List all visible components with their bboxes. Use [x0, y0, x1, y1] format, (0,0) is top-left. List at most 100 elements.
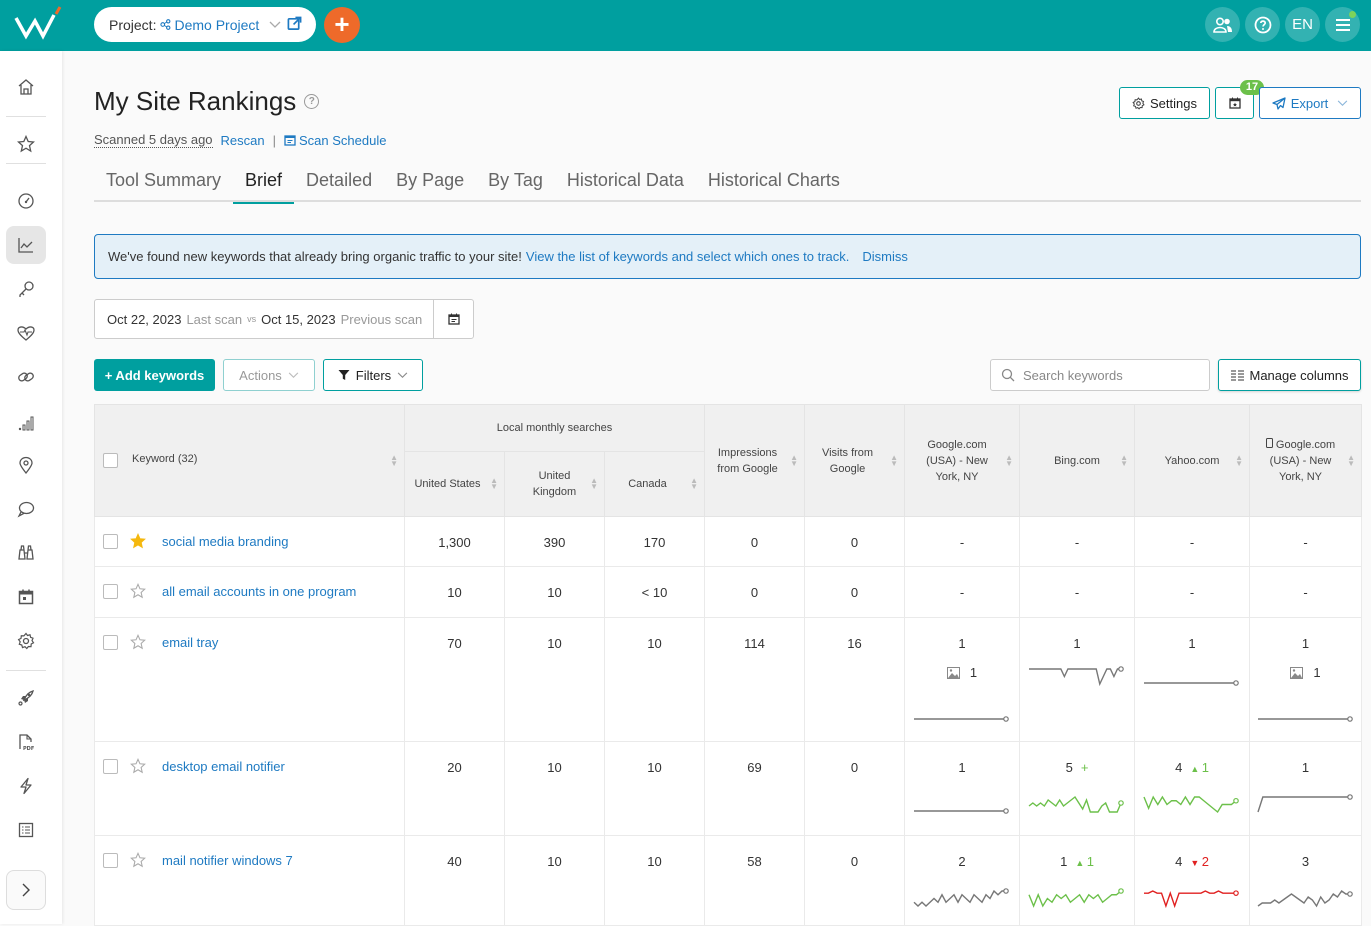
rank-trend-sparkline[interactable] — [1256, 888, 1356, 910]
actions-dropdown[interactable]: Actions — [223, 359, 315, 391]
sidebar-item-site-health[interactable] — [6, 314, 46, 352]
rank-trend-sparkline[interactable] — [1027, 666, 1127, 688]
rank-trend-sparkline[interactable] — [912, 794, 1012, 816]
sort-icon[interactable]: ▲ ▼ — [1005, 453, 1013, 467]
bing-header[interactable]: Bing.com ▲ ▼ — [1019, 404, 1136, 517]
keyword-column-header[interactable]: Keyword (32) ▲ ▼ — [94, 404, 405, 517]
tab-by-tag[interactable]: By Tag — [476, 162, 555, 202]
sidebar-item-traffic[interactable] — [6, 404, 46, 442]
sidebar-item-dashboard[interactable] — [6, 182, 46, 220]
tab-historical-charts[interactable]: Historical Charts — [696, 162, 852, 202]
star-icon[interactable] — [130, 583, 146, 599]
sort-icon[interactable]: ▲ ▼ — [390, 453, 398, 467]
sidebar-item-local-seo[interactable] — [6, 446, 46, 484]
row-checkbox[interactable] — [103, 533, 118, 549]
rank-trend-sparkline[interactable] — [912, 702, 1012, 724]
sidebar-item-favorites[interactable] — [6, 125, 46, 163]
sidebar-item-rankings[interactable] — [6, 226, 46, 264]
date-range-display[interactable]: Oct 22, 2023 Last scan vs Oct 15, 2023 P… — [95, 312, 433, 327]
tab-detailed[interactable]: Detailed — [294, 162, 384, 202]
app-logo[interactable] — [14, 6, 64, 42]
star-icon[interactable] — [130, 634, 146, 650]
tab-historical-data[interactable]: Historical Data — [555, 162, 696, 202]
impressions-value: 0 — [750, 585, 759, 600]
sort-icon[interactable]: ▲ ▼ — [1347, 453, 1355, 467]
external-link-icon[interactable] — [287, 16, 302, 31]
sidebar-item-backlinks[interactable] — [6, 358, 46, 396]
rank-trend-sparkline[interactable] — [1027, 888, 1127, 910]
open-calendar-button[interactable] — [433, 300, 473, 338]
star-icon[interactable] — [130, 758, 146, 774]
settings-button[interactable]: Settings — [1119, 87, 1210, 119]
row-checkbox[interactable] — [103, 852, 118, 868]
google-header[interactable]: Google.com (USA) - New York, NY ▲ ▼ — [904, 404, 1021, 517]
sidebar-item-settings[interactable] — [6, 622, 46, 660]
project-selector[interactable]: Project: Demo Project — [94, 7, 316, 42]
star-filled-icon[interactable] — [130, 533, 146, 549]
sort-icon[interactable]: ▲ ▼ — [790, 453, 798, 467]
expand-sidebar-button[interactable] — [6, 870, 46, 910]
rank-trend-sparkline[interactable] — [1142, 666, 1242, 688]
sidebar-item-calendar[interactable] — [6, 578, 46, 616]
keyword-link[interactable]: mail notifier windows 7 — [162, 853, 293, 868]
tab-by-page[interactable]: By Page — [384, 162, 476, 202]
canada-header[interactable]: Canada ▲ ▼ — [603, 451, 706, 517]
select-all-checkbox[interactable] — [103, 453, 118, 468]
google-mobile-header[interactable]: Google.com (USA) - New York, NY ▲ ▼ — [1249, 404, 1363, 517]
scan-schedule-link[interactable]: Scan Schedule — [284, 133, 386, 148]
tab-brief[interactable]: Brief — [233, 162, 295, 204]
keyword-link[interactable]: email tray — [162, 635, 218, 650]
sidebar-item-home[interactable] — [6, 68, 46, 106]
visits-header[interactable]: Visits from Google ▲ ▼ — [804, 404, 906, 517]
rank-trend-sparkline[interactable] — [912, 888, 1012, 910]
rank-trend-sparkline[interactable] — [1142, 888, 1242, 910]
rank-trend-sparkline[interactable] — [1256, 794, 1356, 816]
export-button[interactable]: Export — [1259, 87, 1361, 119]
visits-cell: 16 — [804, 617, 906, 742]
sidebar-item-launch[interactable] — [6, 679, 46, 717]
filters-dropdown[interactable]: Filters — [323, 359, 423, 391]
keyword-link[interactable]: desktop email notifier — [162, 759, 285, 774]
rank-trend-sparkline[interactable] — [1142, 794, 1242, 816]
row-checkbox[interactable] — [103, 634, 118, 650]
sidebar-item-task-list[interactable] — [6, 811, 46, 849]
language-button[interactable]: EN — [1285, 7, 1320, 42]
chevron-down-icon[interactable] — [269, 21, 281, 29]
manage-columns-button[interactable]: Manage columns — [1218, 359, 1361, 391]
add-button[interactable]: + — [324, 7, 360, 43]
help-circle-icon[interactable]: ? — [304, 94, 320, 109]
help-button[interactable] — [1245, 7, 1280, 42]
search-keywords-field[interactable]: Search keywords — [990, 359, 1210, 391]
sort-icon[interactable]: ▲ ▼ — [490, 477, 498, 491]
sort-icon[interactable]: ▲ ▼ — [1235, 453, 1243, 467]
rank-trend-sparkline[interactable] — [1256, 702, 1356, 724]
sort-icon[interactable]: ▲ ▼ — [590, 477, 598, 491]
sort-icon[interactable]: ▲ ▼ — [1120, 453, 1128, 467]
keyword-link[interactable]: all email accounts in one program — [162, 584, 356, 599]
tab-tool-summary[interactable]: Tool Summary — [94, 162, 233, 202]
row-checkbox[interactable] — [103, 583, 118, 599]
impressions-header[interactable]: Impressions from Google ▲ ▼ — [704, 404, 806, 517]
rank-trend-sparkline[interactable] — [1027, 794, 1127, 816]
sidebar-item-keywords[interactable] — [6, 270, 46, 308]
sort-icon[interactable]: ▲ ▼ — [690, 477, 698, 491]
dismiss-link[interactable]: Dismiss — [862, 249, 908, 264]
users-button[interactable] — [1205, 7, 1240, 42]
menu-button[interactable] — [1325, 7, 1360, 42]
sidebar-item-social[interactable] — [6, 490, 46, 528]
keyword-link[interactable]: social media branding — [162, 534, 288, 549]
sort-icon[interactable]: ▲ ▼ — [890, 453, 898, 467]
sidebar-item-competitors[interactable] — [6, 534, 46, 572]
star-icon[interactable] — [130, 852, 146, 868]
sidebar-item-automation[interactable] — [6, 767, 46, 805]
sidebar-item-pdf-report[interactable]: PDF — [6, 723, 46, 761]
project-name[interactable]: Demo Project — [160, 17, 259, 33]
view-keywords-link[interactable]: View the list of keywords and select whi… — [526, 249, 849, 264]
us-header[interactable]: United States ▲ ▼ — [404, 451, 505, 517]
add-keywords-button[interactable]: + Add keywords — [94, 359, 215, 391]
row-checkbox[interactable] — [103, 758, 118, 774]
uk-header[interactable]: United Kingdom ▲ ▼ — [504, 451, 605, 517]
yahoo-header[interactable]: Yahoo.com ▲ ▼ — [1134, 404, 1251, 517]
date-range-picker[interactable]: Oct 22, 2023 Last scan vs Oct 15, 2023 P… — [94, 299, 474, 339]
rescan-link[interactable]: Rescan — [221, 133, 265, 148]
